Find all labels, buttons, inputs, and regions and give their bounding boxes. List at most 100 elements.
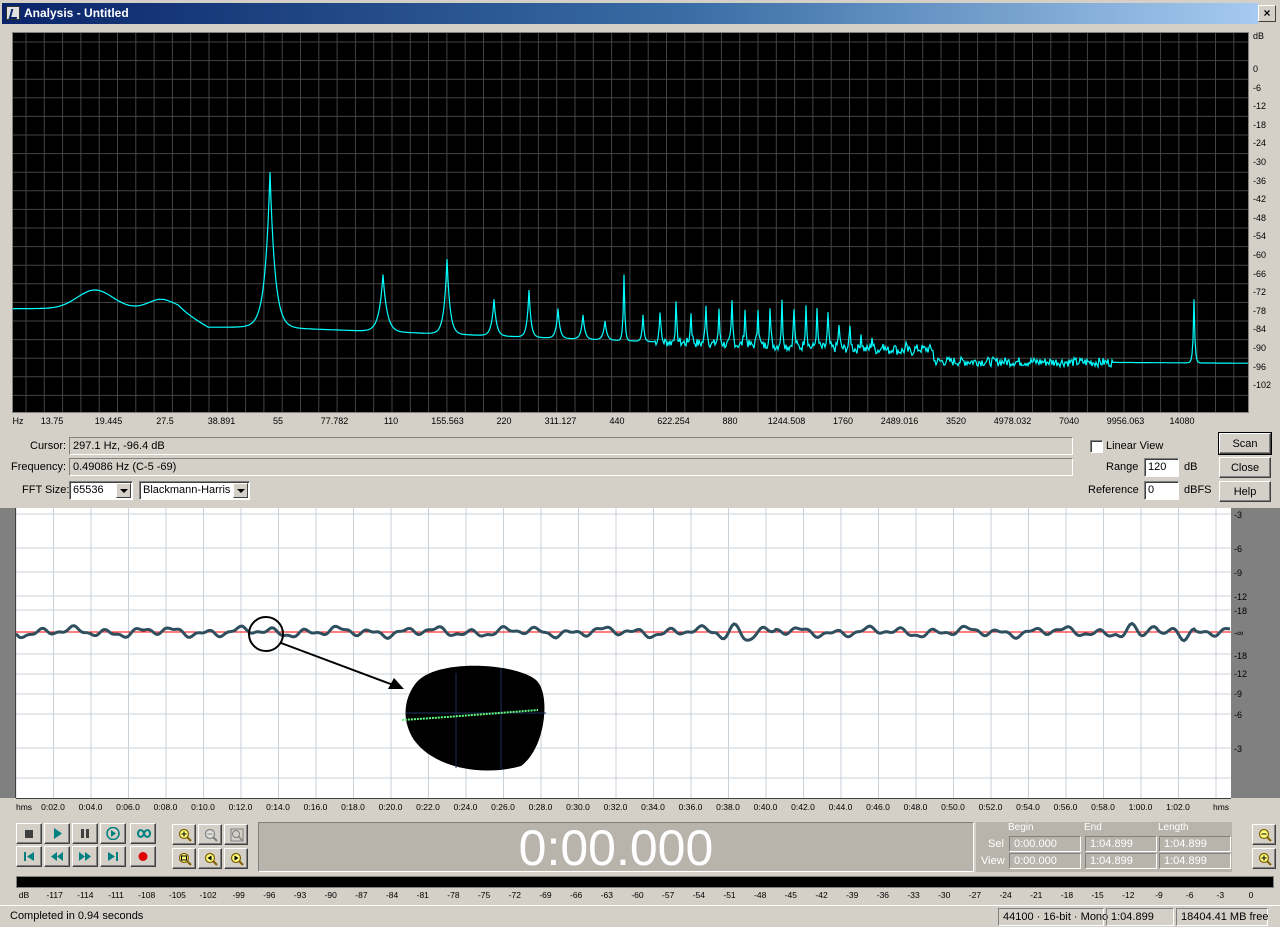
window-function-select[interactable]: Blackmann-Harris bbox=[139, 481, 250, 500]
time-tick-label: 0:26.0 bbox=[491, 802, 515, 812]
meter-tick-label: -90 bbox=[324, 890, 337, 900]
rewind-button[interactable] bbox=[44, 846, 70, 867]
play-to-end-button[interactable] bbox=[100, 823, 126, 844]
skip-forward-icon bbox=[108, 852, 118, 861]
close-window-button[interactable]: × bbox=[1258, 5, 1276, 22]
record-button[interactable] bbox=[130, 846, 156, 867]
meter-tick-label: -30 bbox=[938, 890, 951, 900]
time-tick-label: 0:22.0 bbox=[416, 802, 440, 812]
zoom-out-icon bbox=[204, 828, 218, 842]
meter-tick-label: -69 bbox=[539, 890, 552, 900]
amplitude-tick-label: -18 bbox=[1234, 651, 1248, 661]
help-button[interactable]: Help bbox=[1219, 481, 1271, 502]
meter-tick-label: 0 bbox=[1248, 890, 1254, 900]
waveform-grid bbox=[16, 508, 1231, 798]
time-tick-label: 0:48.0 bbox=[903, 802, 928, 812]
fast-forward-icon bbox=[79, 852, 91, 861]
time-tick-label: 0:20.0 bbox=[378, 802, 403, 812]
zoom-out-vertical-button[interactable] bbox=[1252, 848, 1276, 869]
spectrum-display[interactable] bbox=[12, 32, 1249, 413]
zoom-out-horizontal-button[interactable] bbox=[198, 824, 222, 845]
spectrum-trace bbox=[13, 172, 1248, 370]
fft-size-value: 65536 bbox=[73, 484, 104, 496]
close-button[interactable]: Close bbox=[1219, 457, 1271, 478]
hz-tick-label: 77.782 bbox=[320, 416, 349, 426]
amplitude-tick-label: -9 bbox=[1234, 689, 1243, 699]
sel-begin-field[interactable]: 0:00.000 bbox=[1009, 836, 1081, 852]
time-tick-label: 0:36.0 bbox=[678, 802, 703, 812]
db-tick-label: -54 bbox=[1253, 231, 1267, 242]
hz-tick-label: 440 bbox=[609, 416, 625, 426]
meter-tick-label: -18 bbox=[1060, 890, 1074, 900]
stop-icon bbox=[25, 830, 33, 838]
fast-forward-button[interactable] bbox=[72, 846, 98, 867]
loop-button[interactable] bbox=[130, 823, 156, 844]
time-tick-label: 1:00.0 bbox=[1128, 802, 1153, 812]
fft-size-select[interactable]: 65536 bbox=[69, 481, 133, 500]
waveform-display[interactable] bbox=[16, 508, 1231, 798]
amplitude-tick-label: -9 bbox=[1234, 568, 1243, 578]
meter-tick-label: -12 bbox=[1122, 890, 1135, 900]
db-tick-label: -66 bbox=[1253, 268, 1267, 279]
view-begin-field[interactable]: 0:00.000 bbox=[1009, 853, 1081, 869]
status-free-space: 18404.41 MB free bbox=[1176, 908, 1268, 926]
hz-tick-label: 7040 bbox=[1058, 416, 1080, 426]
meter-tick-label: -24 bbox=[999, 890, 1012, 900]
meter-tick-label: -57 bbox=[662, 890, 675, 900]
zoom-in-vertical-button[interactable] bbox=[1252, 824, 1276, 845]
time-tick-label: hms bbox=[1212, 802, 1230, 812]
linear-view-checkbox[interactable] bbox=[1090, 440, 1103, 453]
reference-input[interactable]: 0 bbox=[1144, 481, 1179, 500]
zoom-left-button[interactable] bbox=[198, 848, 222, 869]
go-to-end-button[interactable] bbox=[100, 846, 126, 867]
go-to-start-button[interactable] bbox=[16, 846, 42, 867]
db-tick-label: -60 bbox=[1253, 250, 1267, 260]
sel-end-field[interactable]: 1:04.899 bbox=[1085, 836, 1157, 852]
reference-label: Reference bbox=[1088, 484, 1139, 496]
zoom-in-horizontal-button[interactable] bbox=[172, 824, 196, 845]
time-tick-label: 0:54.0 bbox=[1016, 802, 1040, 812]
frequency-label: Frequency: bbox=[11, 461, 67, 473]
view-length-field[interactable]: 1:04.899 bbox=[1159, 853, 1231, 869]
zoom-out-icon bbox=[1258, 852, 1272, 866]
time-tick-label: 1:02.0 bbox=[1166, 802, 1190, 812]
sel-length-field[interactable]: 1:04.899 bbox=[1159, 836, 1231, 852]
range-input[interactable]: 120 bbox=[1144, 458, 1179, 477]
meter-tick-label: -105 bbox=[168, 890, 186, 900]
length-header: Length bbox=[1158, 822, 1189, 833]
time-tick-label: 0:40.0 bbox=[753, 802, 778, 812]
zoom-in-icon bbox=[1258, 828, 1272, 842]
time-ruler[interactable]: hms 0:02.0 0:04.0 0:06.0 0:08.0 0:10.0 0:12.0 0… bbox=[16, 798, 1231, 814]
hz-tick-label: 1760 bbox=[832, 416, 854, 426]
zoom-right-button[interactable] bbox=[224, 848, 248, 869]
level-meter-scale: dB -117 -114 -111 -108 -105 -102 -99 -96 -93 -90 -8… bbox=[16, 889, 1274, 903]
meter-tick-label: -42 bbox=[815, 890, 828, 900]
app-icon[interactable] bbox=[6, 6, 20, 20]
db-tick-label: -72 bbox=[1253, 287, 1267, 298]
hz-tick-label: 55 bbox=[272, 416, 284, 426]
db-tick-label: -24 bbox=[1253, 138, 1267, 149]
hz-tick-label: 1244.508 bbox=[767, 416, 806, 426]
rewind-icon bbox=[51, 852, 63, 861]
view-end-field[interactable]: 1:04.899 bbox=[1085, 853, 1157, 869]
time-tick-label: 0:32.0 bbox=[603, 802, 628, 812]
chevron-down-icon[interactable] bbox=[233, 483, 248, 498]
pause-button[interactable] bbox=[72, 823, 98, 844]
selection-panel: Begin End Length Sel 0:00.000 1:04.899 1… bbox=[976, 822, 1232, 872]
meter-tick-label: -93 bbox=[293, 890, 307, 900]
annotation-arrow bbox=[280, 642, 397, 687]
scan-button[interactable]: Scan bbox=[1218, 432, 1272, 455]
db-tick-label: -96 bbox=[1253, 361, 1267, 372]
amplitude-tick-label: -6 bbox=[1234, 710, 1243, 720]
amplitude-tick-label: -18 bbox=[1234, 606, 1248, 616]
stop-button[interactable] bbox=[16, 823, 42, 844]
hz-tick-label: 3520 bbox=[945, 416, 967, 426]
zoom-full-button[interactable] bbox=[224, 824, 248, 845]
chevron-down-icon[interactable] bbox=[116, 483, 131, 498]
hz-tick-label: 19.445 bbox=[94, 416, 123, 426]
play-button[interactable] bbox=[44, 823, 70, 844]
zoom-to-selection-button[interactable] bbox=[172, 848, 196, 869]
time-tick-label: 0:02.0 bbox=[41, 802, 65, 812]
db-tick-label: -102 bbox=[1253, 380, 1272, 391]
meter-tick-label: -108 bbox=[138, 890, 156, 900]
